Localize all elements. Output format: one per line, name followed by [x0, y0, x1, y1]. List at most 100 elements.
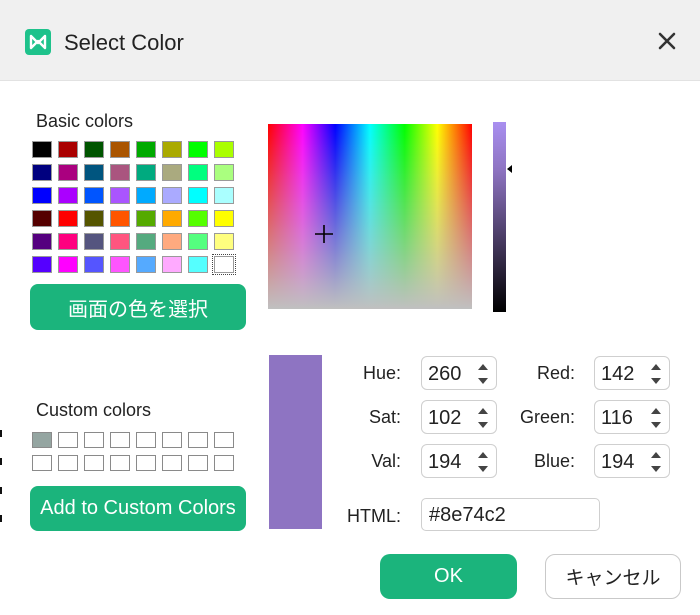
basic-color-swatch[interactable]: [214, 210, 234, 227]
custom-color-swatch[interactable]: [84, 455, 104, 471]
basic-colors-label: Basic colors: [36, 111, 134, 131]
pick-screen-color-button[interactable]: 画面の色を選択: [30, 284, 246, 330]
basic-color-swatch[interactable]: [32, 141, 52, 158]
blue-value[interactable]: 194: [601, 451, 634, 473]
basic-color-swatch[interactable]: [58, 141, 78, 158]
basic-color-swatch[interactable]: [84, 210, 104, 227]
basic-color-swatch[interactable]: [32, 233, 52, 250]
custom-color-swatch[interactable]: [214, 455, 234, 471]
custom-color-swatch[interactable]: [162, 432, 182, 448]
basic-color-swatch[interactable]: [110, 210, 130, 227]
basic-color-swatch[interactable]: [136, 141, 156, 158]
basic-color-swatch[interactable]: [188, 187, 208, 204]
basic-color-swatch[interactable]: [188, 141, 208, 158]
basic-color-swatch[interactable]: [214, 187, 234, 204]
val-value[interactable]: 194: [428, 451, 461, 473]
basic-color-swatch[interactable]: [214, 141, 234, 158]
val-label: Val:: [371, 451, 401, 471]
custom-color-swatch[interactable]: [32, 432, 52, 448]
crosshair-icon[interactable]: [314, 224, 334, 244]
basic-color-swatch[interactable]: [84, 233, 104, 250]
basic-color-swatch[interactable]: [188, 210, 208, 227]
basic-color-swatch[interactable]: [110, 187, 130, 204]
basic-color-swatch[interactable]: [136, 164, 156, 181]
basic-color-swatch[interactable]: [32, 187, 52, 204]
value-slider[interactable]: [493, 122, 506, 312]
cancel-button[interactable]: キャンセル: [545, 554, 681, 599]
spin-arrows-icon[interactable]: [649, 404, 663, 432]
spin-arrows-icon[interactable]: [649, 360, 663, 388]
blue-spinbox[interactable]: 194: [594, 444, 670, 478]
basic-color-swatch[interactable]: [136, 187, 156, 204]
basic-color-swatch[interactable]: [162, 187, 182, 204]
basic-color-swatch[interactable]: [84, 141, 104, 158]
spin-arrows-icon[interactable]: [476, 360, 490, 388]
custom-color-swatch[interactable]: [136, 432, 156, 448]
basic-color-swatch[interactable]: [58, 210, 78, 227]
red-spinbox[interactable]: 142: [594, 356, 670, 390]
basic-color-swatch[interactable]: [110, 164, 130, 181]
spin-arrows-icon[interactable]: [476, 404, 490, 432]
basic-color-swatch[interactable]: [162, 256, 182, 273]
hue-saturation-spectrum[interactable]: [268, 124, 472, 309]
custom-color-swatch[interactable]: [188, 432, 208, 448]
custom-color-swatch[interactable]: [162, 455, 182, 471]
edge-mark: [0, 515, 2, 522]
basic-color-swatch[interactable]: [188, 164, 208, 181]
spin-arrows-icon[interactable]: [649, 448, 663, 476]
basic-color-swatch[interactable]: [136, 210, 156, 227]
close-button[interactable]: [650, 24, 684, 58]
basic-color-swatch[interactable]: [136, 233, 156, 250]
basic-color-swatch[interactable]: [58, 187, 78, 204]
custom-color-swatch[interactable]: [214, 432, 234, 448]
custom-color-swatch[interactable]: [110, 432, 130, 448]
basic-color-swatch[interactable]: [214, 164, 234, 181]
green-value[interactable]: 116: [601, 407, 633, 429]
spin-arrows-icon[interactable]: [476, 448, 490, 476]
basic-color-swatch[interactable]: [188, 233, 208, 250]
dialog-title: Select Color: [64, 30, 184, 55]
val-spinbox[interactable]: 194: [421, 444, 497, 478]
ok-button[interactable]: OK: [380, 554, 517, 599]
basic-color-swatch[interactable]: [162, 141, 182, 158]
basic-color-swatch[interactable]: [162, 210, 182, 227]
basic-color-swatch[interactable]: [58, 256, 78, 273]
green-spinbox[interactable]: 116: [594, 400, 670, 434]
basic-color-swatch[interactable]: [162, 164, 182, 181]
basic-color-swatch[interactable]: [84, 187, 104, 204]
red-value[interactable]: 142: [601, 363, 634, 385]
custom-color-swatch[interactable]: [58, 432, 78, 448]
add-to-custom-colors-button[interactable]: Add to Custom Colors: [30, 486, 246, 531]
basic-color-swatch[interactable]: [58, 233, 78, 250]
hue-value[interactable]: 260: [428, 363, 461, 385]
html-label: HTML:: [347, 506, 401, 526]
basic-color-swatch[interactable]: [188, 256, 208, 273]
custom-color-swatch[interactable]: [32, 455, 52, 471]
basic-color-swatch[interactable]: [212, 254, 236, 275]
title-bar: Select Color: [0, 0, 700, 81]
basic-color-swatch[interactable]: [32, 164, 52, 181]
basic-color-swatch[interactable]: [58, 164, 78, 181]
basic-color-swatch[interactable]: [110, 141, 130, 158]
custom-color-swatch[interactable]: [58, 455, 78, 471]
basic-color-swatch[interactable]: [32, 210, 52, 227]
value-slider-arrow-icon[interactable]: [507, 165, 512, 173]
custom-color-swatch[interactable]: [84, 432, 104, 448]
sat-value[interactable]: 102: [428, 407, 461, 429]
basic-color-swatch[interactable]: [110, 233, 130, 250]
basic-colors-grid: [32, 141, 239, 275]
basic-color-swatch[interactable]: [162, 233, 182, 250]
html-input[interactable]: #8e74c2: [421, 498, 600, 531]
hue-spinbox[interactable]: 260: [421, 356, 497, 390]
basic-color-swatch[interactable]: [136, 256, 156, 273]
custom-color-swatch[interactable]: [136, 455, 156, 471]
sat-spinbox[interactable]: 102: [421, 400, 497, 434]
basic-color-swatch[interactable]: [84, 164, 104, 181]
basic-color-swatch[interactable]: [84, 256, 104, 273]
basic-color-swatch[interactable]: [214, 233, 234, 250]
basic-color-swatch[interactable]: [32, 256, 52, 273]
custom-color-swatch[interactable]: [110, 455, 130, 471]
basic-color-swatch[interactable]: [110, 256, 130, 273]
custom-color-swatch[interactable]: [188, 455, 208, 471]
close-icon: [658, 32, 676, 50]
